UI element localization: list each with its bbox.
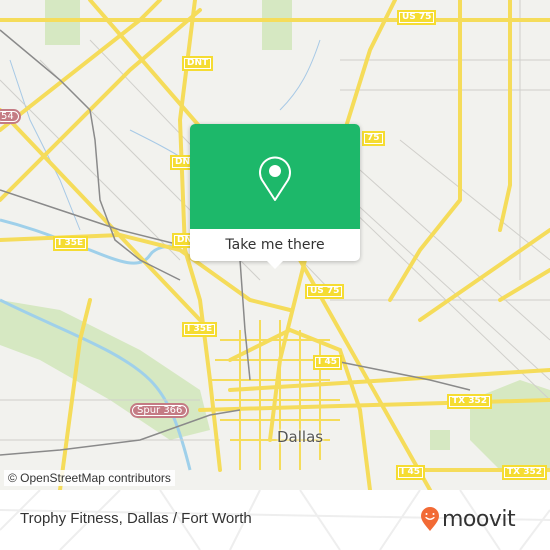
destination-popup: Take me there bbox=[190, 124, 360, 269]
map-pin-icon bbox=[259, 156, 291, 201]
road-shield: DNT bbox=[182, 56, 214, 71]
road-shield: 54 bbox=[0, 109, 21, 124]
road-shield: I 45 bbox=[396, 465, 426, 480]
road-shield: I 45 bbox=[313, 355, 343, 370]
road-shield: 75 bbox=[362, 131, 385, 146]
road-shield: Spur 366 bbox=[130, 403, 190, 418]
footer: Trophy Fitness, Dallas / Fort Worth moov… bbox=[0, 490, 550, 550]
place-title: Trophy Fitness, Dallas / Fort Worth bbox=[20, 510, 252, 527]
popup-header bbox=[190, 124, 360, 229]
road-shield: US 75 bbox=[397, 10, 437, 25]
moovit-logo[interactable]: moovit bbox=[420, 506, 516, 532]
road-shield: TX 352 bbox=[502, 465, 547, 480]
city-label: Dallas bbox=[277, 428, 324, 446]
road-shield: US 75 bbox=[305, 284, 345, 299]
moovit-wordmark: moovit bbox=[442, 506, 516, 532]
take-me-there-button[interactable]: Take me there bbox=[190, 229, 360, 261]
popup-pointer bbox=[267, 261, 283, 269]
road-shield: I 35E bbox=[182, 322, 218, 337]
map-view[interactable]: US 75 DNT DNT DNT 75 I 35E US 75 I 35E I… bbox=[0, 0, 550, 490]
road-shield: I 35E bbox=[53, 236, 89, 251]
map-attribution[interactable]: © OpenStreetMap contributors bbox=[4, 470, 175, 486]
road-shield: TX 352 bbox=[447, 394, 492, 409]
moovit-pin-icon bbox=[421, 507, 439, 531]
